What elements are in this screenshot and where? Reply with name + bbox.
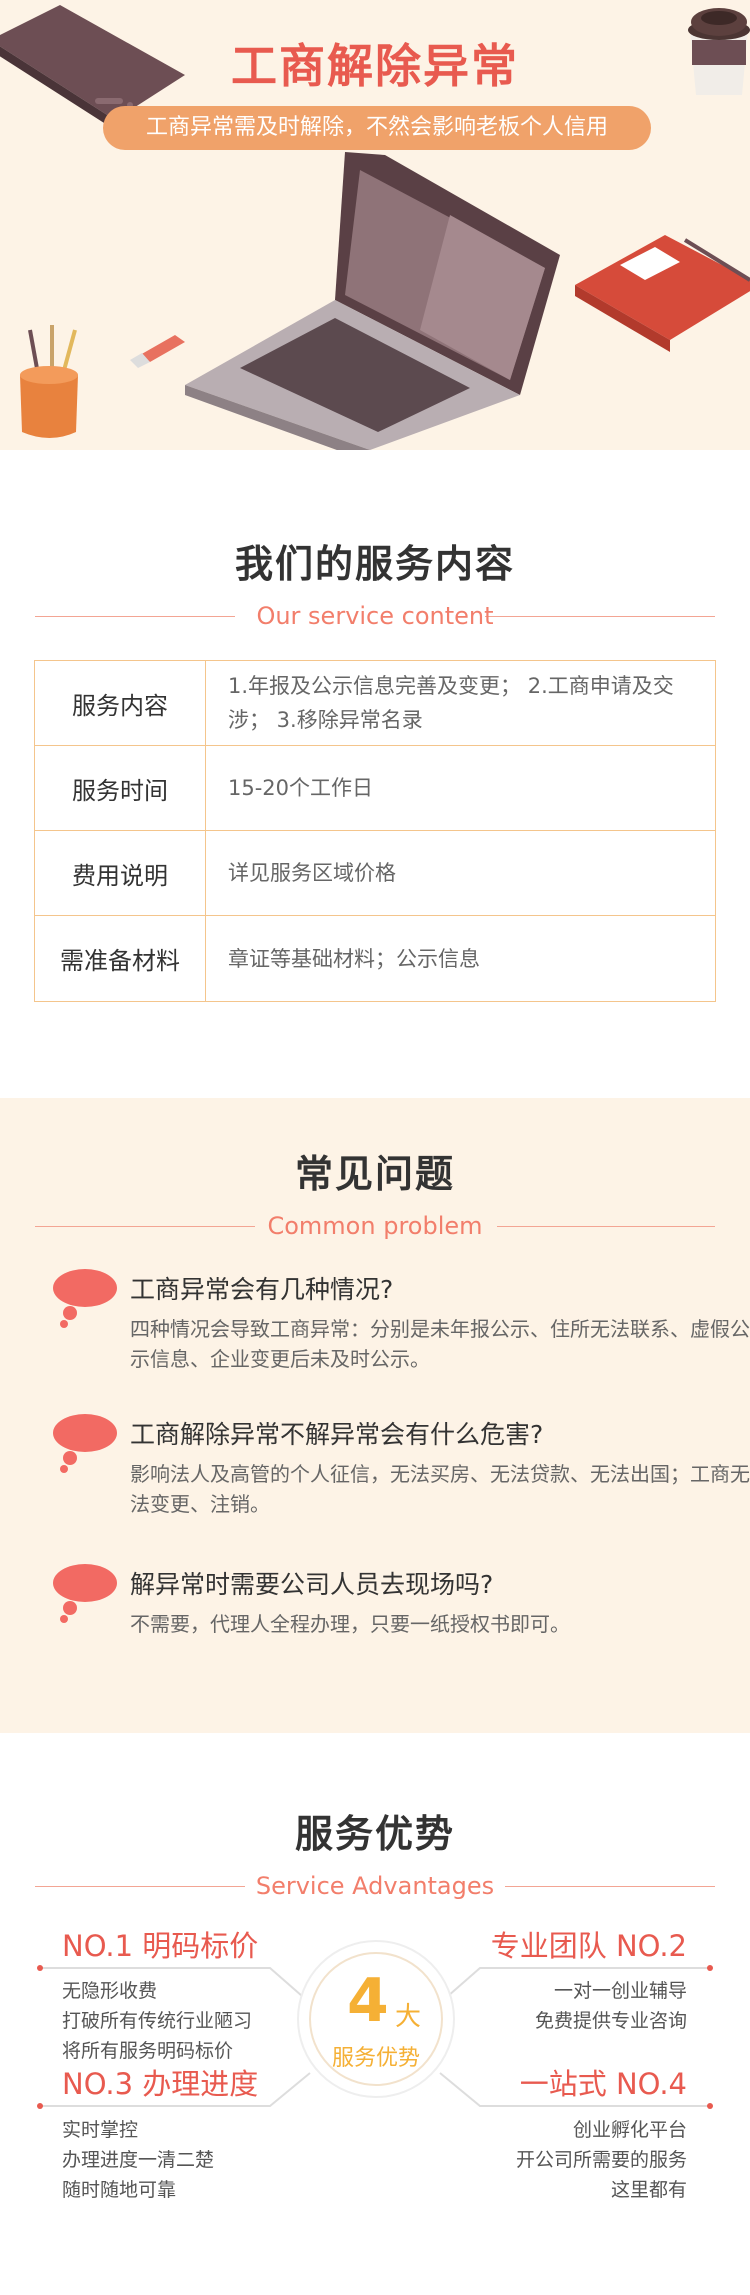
hero-title: 工商解除异常 [231, 39, 519, 93]
advantage-line: 无隐形收费 [62, 1980, 158, 2002]
faq-answer: 不需要，代理人全程办理，只要一纸授权书即可。 [130, 1612, 570, 1636]
section-title: 我们的服务内容 [234, 542, 515, 586]
table-row: 需准备材料 章证等基础材料；公示信息 [35, 916, 715, 1001]
usb-stick-icon [130, 335, 185, 368]
row-label: 需准备材料 [35, 916, 206, 1001]
badge-number: 4 [347, 1966, 389, 2036]
speech-bubble-icon [53, 1414, 117, 1473]
faq-answer: 影响法人及高管的个人征信，无法买房、无法贷款、无法出国；工商无法变更、注销。 [130, 1462, 750, 1516]
row-label: 费用说明 [35, 831, 206, 915]
faq-question: 工商异常会有几种情况? [130, 1275, 394, 1304]
advantage-line: 实时掌控 [62, 2119, 139, 2141]
faq-question: 解异常时需要公司人员去现场吗? [130, 1570, 494, 1599]
faq-item: 工商异常会有几种情况? 四种情况会导致工商异常：分别是未年报公示、住所无法联系、… [52, 1268, 750, 1388]
faq-item: 工商解除异常不解异常会有什么危害? 影响法人及高管的个人征信，无法买房、无法贷款… [52, 1413, 750, 1533]
badge-label: 服务优势 [331, 2046, 420, 2071]
speech-bubble-icon [53, 1564, 117, 1623]
advantage-line: 随时随地可靠 [62, 2179, 177, 2201]
faq-answer: 四种情况会导致工商异常：分别是未年报公示、住所无法联系、虚假公示信息、企业变更后… [130, 1317, 750, 1371]
advantage-line: 办理进度一清二楚 [62, 2149, 215, 2171]
advantage-line: 这里都有 [610, 2179, 687, 2201]
table-row: 费用说明 详见服务区域价格 [35, 831, 715, 916]
row-value: 15-20个工作日 [228, 776, 374, 800]
advantage-line: 打破所有传统行业陋习 [62, 2010, 253, 2032]
service-heading: 我们的服务内容 Our service content [0, 533, 750, 636]
advantage-title: 专业团队 NO.2 [490, 1929, 687, 1963]
notebook-icon [575, 235, 750, 352]
hero-subtitle-badge: 工商异常需及时解除，不然会影响老板个人信用 [103, 106, 651, 150]
laptop-icon [185, 152, 560, 450]
advantage-line: 免费提供专业咨询 [534, 2010, 687, 2032]
section-title: 常见问题 [294, 1152, 455, 1196]
pencil-cup-icon [20, 325, 78, 438]
section-subtitle: Our service content [256, 602, 494, 630]
table-row: 服务时间 15-20个工作日 [35, 746, 715, 831]
row-value: 详见服务区域价格 [228, 861, 396, 885]
hero-banner: 工商解除异常 工商异常需及时解除，不然会影响老板个人信用 [0, 0, 750, 450]
advantage-line: 开公司所需要的服务 [515, 2149, 687, 2171]
advantage-line: 创业孵化平台 [572, 2119, 687, 2141]
advantage-title: NO.1 明码标价 [62, 1929, 259, 1963]
advantages-badge: 4 大 服务优势 [297, 1940, 455, 2098]
table-row: 服务内容 1.年报及公示信息完善及变更； 2.工商申请及交涉； 3.移除异常名录 [35, 661, 715, 746]
row-value: 1.年报及公示信息完善及变更； 2.工商申请及交涉； 3.移除异常名录 [228, 674, 674, 732]
advantages-section: 服务优势 Service Advantages NO.1 明码标价 无隐形收费 … [0, 1733, 750, 2295]
badge-unit: 大 [395, 2002, 422, 2032]
page: 工商解除异常 工商异常需及时解除，不然会影响老板个人信用 我们的服务内容 Our… [0, 0, 750, 2295]
speech-bubble-icon [53, 1269, 117, 1328]
section-subtitle: Common problem [267, 1212, 483, 1240]
faq-question: 工商解除异常不解异常会有什么危害? [130, 1420, 544, 1449]
advantage-line: 一对一创业辅导 [553, 1980, 687, 2002]
row-label: 服务内容 [35, 661, 206, 745]
faq-heading: 常见问题 Common problem [0, 1143, 750, 1246]
row-value: 章证等基础材料；公示信息 [228, 946, 480, 971]
service-table: 服务内容 1.年报及公示信息完善及变更； 2.工商申请及交涉； 3.移除异常名录… [34, 660, 716, 1002]
advantage-title: 一站式 NO.4 [519, 2067, 687, 2101]
service-section: 我们的服务内容 Our service content 服务内容 1.年报及公示… [0, 450, 750, 1098]
advantage-title: NO.3 办理进度 [62, 2067, 259, 2101]
faq-section: 常见问题 Common problem 工商异常会有几种情况? 四种情况会导致工… [0, 1098, 750, 1733]
faq-item: 解异常时需要公司人员去现场吗? 不需要，代理人全程办理，只要一纸授权书即可。 [52, 1563, 712, 1663]
row-label: 服务时间 [35, 746, 206, 830]
